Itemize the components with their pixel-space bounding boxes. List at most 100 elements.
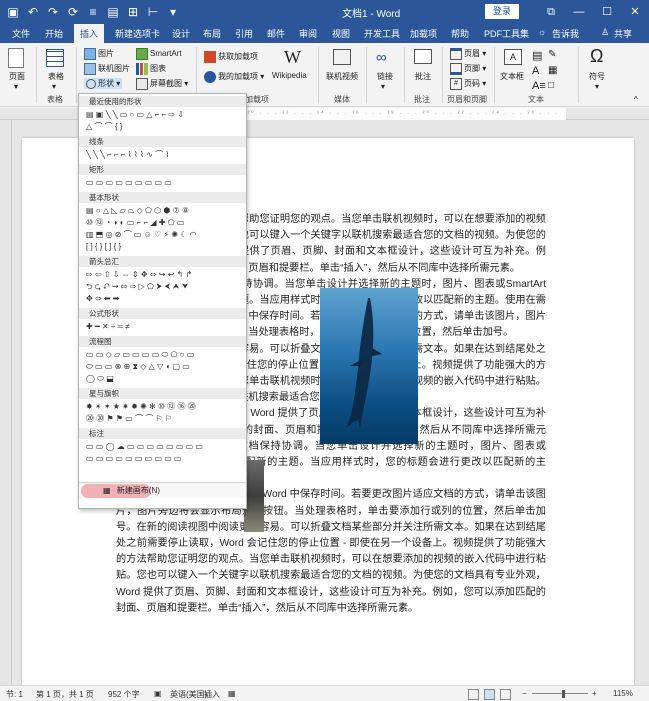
zoom-slider[interactable]: [532, 693, 588, 694]
datetime-icon[interactable]: ▦: [548, 65, 557, 76]
shapes-row[interactable]: ▭ ▭ ▭ ▭ ▭ ▭ ▭ ▭ ▭ ▭: [86, 454, 246, 464]
wordart-icon[interactable]: A: [532, 65, 539, 77]
tab-developer[interactable]: 开发工具: [364, 27, 400, 40]
repeat-icon[interactable]: ⟳: [66, 5, 80, 19]
chevron-down-icon[interactable]: ▾: [381, 82, 385, 91]
print-layout-icon[interactable]: [484, 689, 495, 700]
format-icon[interactable]: ⊢: [146, 5, 160, 19]
online-video-icon[interactable]: [333, 49, 351, 65]
shapes-row[interactable]: ╲ ╲ ╲ ⌐ ⌐ ⌐ ⌇ ⌇ ⌇ ∿ ⌒ ⌇: [86, 150, 246, 160]
shapes-row[interactable]: △ ⌒ ⌒ { }: [86, 122, 246, 132]
tab-layout[interactable]: 布局: [203, 27, 221, 40]
undo-icon[interactable]: ↶: [26, 5, 40, 19]
shapes-row[interactable]: ▭ ▭ ▭ ▭ ▭ ▭ ▭ ▭ ▭: [86, 178, 246, 188]
print-preview-icon[interactable]: ▤: [106, 5, 120, 19]
quick-parts-icon[interactable]: ▤: [532, 49, 542, 62]
share-button[interactable]: 共享: [614, 27, 632, 40]
shapes-row[interactable]: ◯ ⬭ ⬓: [86, 374, 246, 384]
dolphin-image[interactable]: [320, 288, 418, 444]
lightbulb-icon[interactable]: ☼: [538, 27, 546, 37]
status-word-count[interactable]: 952 个字: [108, 689, 140, 700]
city-image[interactable]: [244, 460, 264, 532]
tab-help[interactable]: 帮助: [451, 27, 469, 40]
tab-insert[interactable]: 插入: [74, 24, 105, 43]
my-addins-button[interactable]: 我的加载项 ▾: [204, 71, 264, 83]
read-mode-icon[interactable]: [468, 689, 479, 700]
collapse-ribbon-icon[interactable]: ^: [634, 95, 638, 104]
more-icon[interactable]: ▾: [166, 5, 180, 19]
textbox-button[interactable]: 文本框: [500, 71, 524, 82]
online-video-button[interactable]: 联机视频: [326, 71, 358, 82]
footer-button[interactable]: 页脚 ▾: [450, 63, 486, 75]
table-icon[interactable]: [46, 49, 64, 67]
screenshot-button[interactable]: 屏幕截图 ▾: [136, 78, 188, 90]
link-icon[interactable]: ∞: [376, 49, 387, 66]
shapes-row[interactable]: ▭ ▭ ◯ ☁ ▭ ▭ ▭ ▭ ▭ ▭ ▭ ▭: [86, 442, 246, 452]
link-button[interactable]: 链接: [377, 71, 393, 82]
shapes-row[interactable]: ▥ ⬒ ◎ ⊘ ⌒ ▭ ☺ ♡ ⚡ ✺ ☾ ◠: [86, 230, 246, 240]
save-icon[interactable]: ▣: [6, 5, 20, 19]
tab-home[interactable]: 开始: [45, 27, 63, 40]
shapes-row[interactable]: ⮌ ⮎ ⮏ ⇝ ⇰ ⇨ ▷ ⬠ ⮞ ⮜ ⮝ ⮟: [86, 282, 246, 292]
shapes-row[interactable]: ▭ ▭ ◇ ▱ ▭ ▭ ▭ ▭ ⬭ ⬠ ○ ▭: [86, 350, 246, 360]
comment-button[interactable]: 批注: [415, 71, 431, 82]
signature-icon[interactable]: ✎: [548, 49, 556, 60]
tab-design[interactable]: 设计: [172, 27, 190, 40]
zoom-level[interactable]: 115%: [613, 689, 633, 698]
shapes-button[interactable]: 形状 ▾: [84, 78, 123, 89]
chevron-down-icon[interactable]: ▾: [595, 82, 599, 91]
share-icon[interactable]: ♙: [601, 27, 609, 38]
tab-references[interactable]: 引用: [235, 27, 253, 40]
tell-me-search[interactable]: 告诉我: [552, 27, 579, 40]
tab-pdf-tools[interactable]: PDF工具集: [484, 27, 529, 40]
shapes-row[interactable]: ✚ ━ ✕ ÷ ═ ≠: [86, 322, 246, 332]
header-button[interactable]: 页眉 ▾: [450, 48, 486, 60]
menu-icon[interactable]: ≡: [86, 5, 100, 19]
maximize-icon[interactable]: ☐: [593, 0, 621, 24]
wikipedia-icon[interactable]: W: [284, 47, 301, 68]
chevron-down-icon[interactable]: ▾: [14, 82, 18, 91]
ribbon-display-icon[interactable]: ⧉: [537, 0, 565, 24]
picture-button[interactable]: 图片: [84, 48, 114, 60]
table-button[interactable]: 表格: [48, 71, 64, 82]
shapes-row[interactable]: ✸ ✴ ✶ ★ ✷ ✹ ✺ ✻ ⑩ ⑫ ⑯ ⑳: [86, 402, 246, 412]
shapes-row[interactable]: ✥ ⬄ ⬅ ➡: [86, 294, 246, 304]
page-icon[interactable]: [8, 48, 24, 68]
page-button[interactable]: 页面: [9, 71, 25, 82]
status-page[interactable]: 第 1 页，共 1 页: [36, 689, 94, 700]
shapes-row[interactable]: ⑩ ⑫ ◔ ◑ ◐ ▭ ⌐ ⌐ ◢ ✚ ⬠ ▭: [86, 218, 246, 228]
tab-file[interactable]: 文件: [12, 27, 30, 40]
minimize-icon[interactable]: —: [565, 0, 593, 24]
dropcap-icon[interactable]: A≡: [532, 80, 546, 92]
tab-addins[interactable]: 加载项: [410, 27, 437, 40]
object-icon[interactable]: □: [548, 80, 554, 91]
macro-icon[interactable]: ▦: [228, 689, 236, 698]
tab-mailings[interactable]: 邮件: [267, 27, 285, 40]
status-mode[interactable]: 插入: [204, 689, 220, 700]
status-language[interactable]: 英语(美国): [170, 689, 207, 700]
login-button[interactable]: 登录: [485, 4, 519, 19]
tab-review[interactable]: 审阅: [299, 27, 317, 40]
shapes-row[interactable]: ▤ ▣ ╲ ╲ ▭ ○ ▭ △ ⌐ ⌐ ⇨ ⇩: [86, 110, 246, 120]
zoom-slider-thumb[interactable]: [562, 690, 565, 698]
spellcheck-icon[interactable]: ▣: [154, 689, 162, 698]
status-section[interactable]: 节: 1: [6, 689, 23, 700]
comment-icon[interactable]: [414, 49, 432, 64]
close-icon[interactable]: ✕: [621, 0, 649, 24]
zoom-in-button[interactable]: +: [592, 689, 597, 698]
online-picture-button[interactable]: 联机图片: [84, 63, 130, 75]
zoom-out-button[interactable]: −: [522, 689, 527, 698]
shapes-row[interactable]: ⇨ ⇦ ⇧ ⇩ ⇔ ⇕ ✥ ⬄ ↪ ↩ ↰ ↱: [86, 270, 246, 280]
redo-icon[interactable]: ↷: [46, 5, 60, 19]
new-canvas-button[interactable]: ▦ 新建画布(N): [79, 482, 246, 498]
tab-new-tab[interactable]: 新建选项卡: [115, 27, 160, 40]
wikipedia-button[interactable]: Wikipedia: [272, 71, 307, 80]
omega-icon[interactable]: Ω: [590, 46, 603, 67]
shapes-row[interactable]: ⬭ ▭ ▭ ⊗ ⊕ ⧗ ◇ △ ▽ ◖ ▢ ▭: [86, 362, 246, 372]
tab-view[interactable]: 视图: [332, 27, 350, 40]
textbox-icon[interactable]: A: [504, 49, 522, 65]
chevron-down-icon[interactable]: ▾: [52, 82, 56, 91]
shapes-row[interactable]: ⑳ ⑳ ⚑ ⚑ ▭ ⌒ ⌒ ⚐ ⚐: [86, 414, 246, 424]
smartart-button[interactable]: SmartArt: [136, 48, 182, 60]
shapes-row[interactable]: ▤ ○ △ ◺ ▱ ⏢ ◇ ⬠ ⬡ ⬢ ⑦ ⑧: [86, 206, 246, 216]
